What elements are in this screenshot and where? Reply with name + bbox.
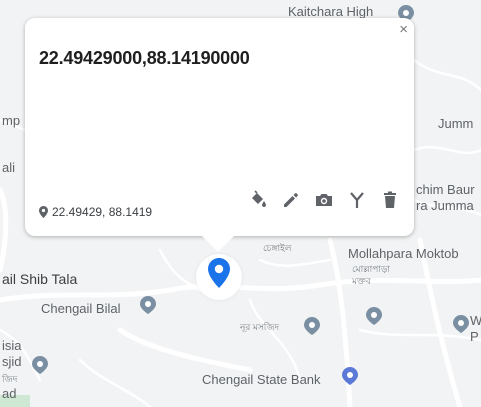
map-label-kaitchara: Kaitchara High <box>288 4 374 19</box>
place-poi-icon-right[interactable] <box>453 315 469 333</box>
map-label-mollahpara: Mollahpara Moktob <box>348 246 459 261</box>
close-button[interactable]: × <box>399 22 408 37</box>
popup-toolbar <box>248 190 400 210</box>
mosque-poi-icon[interactable] <box>140 296 156 314</box>
map-label-masjid-bengali: নূর মসজিদ <box>240 322 280 332</box>
delete-button[interactable] <box>380 190 400 210</box>
map-label-bengali-bottom-left: জিদ <box>2 374 18 384</box>
popup-pointer <box>202 236 234 252</box>
masjid-poi-icon[interactable] <box>304 317 320 335</box>
edit-button[interactable] <box>281 190 301 210</box>
map-label-mp: mp <box>2 113 21 128</box>
popup-title: 22.49429000,88.14190000 <box>39 48 250 68</box>
edit-icon <box>284 193 298 207</box>
map-label-w: W <box>470 313 481 328</box>
map-label-chim-baur: chim Baur <box>416 182 475 197</box>
map-label-isia: isia <box>2 338 22 353</box>
camera-button[interactable] <box>314 190 334 210</box>
map-label-chengail-state-bank: Chengail State Bank <box>202 372 321 387</box>
fill-color-icon <box>252 190 266 207</box>
coordinates-text: 22.49429, 88.1419 <box>52 205 153 219</box>
camera-icon <box>316 194 332 206</box>
bank-poi-icon[interactable] <box>342 367 358 385</box>
map-label-mollahpara-bengali-2: মক্তব <box>352 276 371 286</box>
map-label-sjid: sjid <box>2 354 22 369</box>
map-label-ra-jumma: ra Jumma <box>416 198 474 213</box>
location-pin-icon <box>39 206 48 218</box>
delete-icon <box>384 191 396 208</box>
route-button[interactable] <box>347 190 367 210</box>
coordinates-row: 22.49429, 88.1419 <box>39 205 152 219</box>
sjid-poi-icon[interactable] <box>32 356 48 374</box>
route-icon <box>350 192 364 208</box>
fill-color-button[interactable] <box>248 190 268 210</box>
map-label-shib-tala: ail Shib Tala <box>2 271 78 287</box>
map-label-chengail-bilal: Chengail Bilal <box>41 301 121 316</box>
map-label-bengali-top: চেঙ্গাইল <box>263 243 292 253</box>
map-label-bottom-left: ad <box>2 386 17 401</box>
map-label-p: P <box>470 329 479 344</box>
map-label-ali: ali <box>2 160 16 175</box>
map-label-jumm: Jumm <box>438 116 474 131</box>
place-poi-icon[interactable] <box>366 307 382 325</box>
location-marker-icon[interactable] <box>202 256 236 290</box>
info-popup: × 22.49429000,88.14190000 22.49429, 88.1… <box>25 18 414 236</box>
